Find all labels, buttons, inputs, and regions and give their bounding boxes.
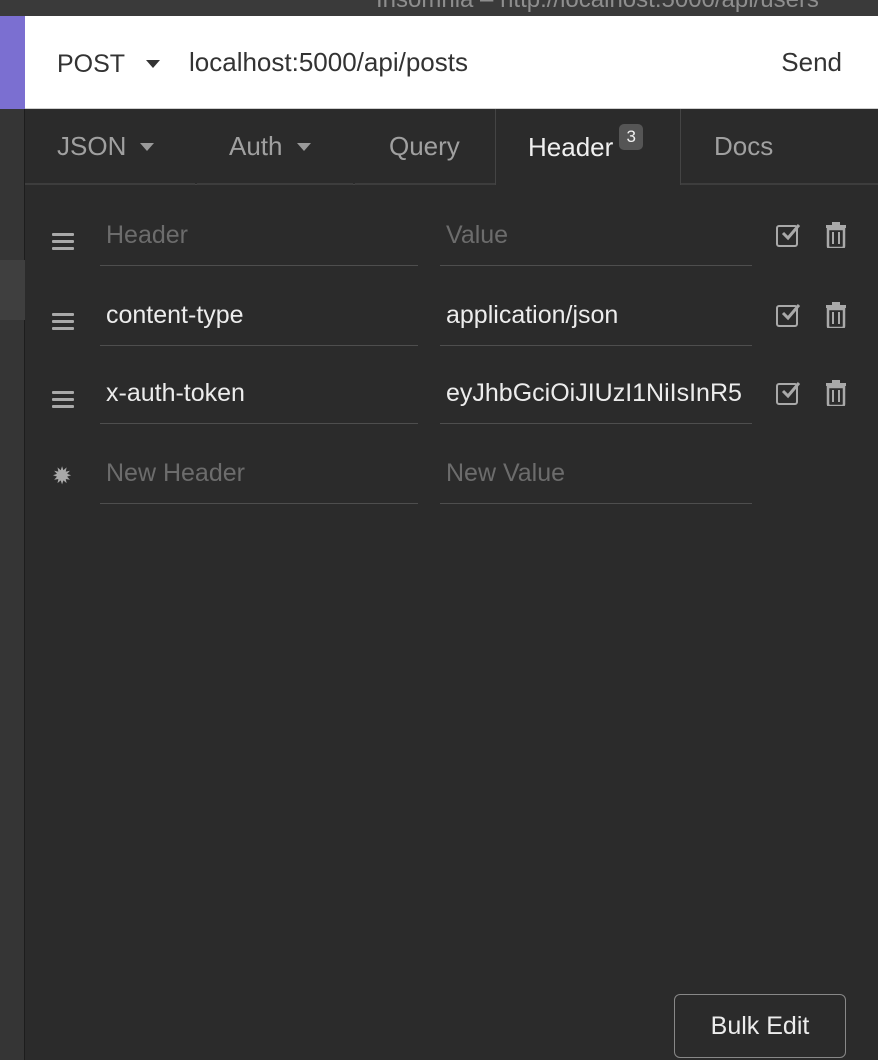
header-count-badge: 3 xyxy=(619,124,644,150)
tab-divider xyxy=(197,183,353,185)
method-dropdown[interactable]: POST xyxy=(57,50,125,79)
method-label: POST xyxy=(57,50,126,78)
tab-docs-label: Docs xyxy=(714,131,774,161)
trash-icon[interactable] xyxy=(826,222,846,253)
header-value-input[interactable]: Value xyxy=(440,218,752,266)
sidebar-edge xyxy=(0,16,25,1060)
tab-divider xyxy=(355,183,495,185)
tab-auth[interactable]: Auth xyxy=(197,109,355,185)
checkbox-checked-icon[interactable] xyxy=(776,304,801,327)
header-row: content-type application/json xyxy=(25,280,878,360)
header-value-input[interactable]: eyJhbGciOiJIUzI1NiIsInR5 xyxy=(440,376,752,424)
gear-icon[interactable]: ✹ xyxy=(52,465,72,489)
new-header-value-input[interactable]: New Value xyxy=(440,456,752,504)
chevron-down-icon xyxy=(296,142,311,151)
tab-query-label: Query xyxy=(389,131,460,161)
trash-icon[interactable] xyxy=(826,302,846,333)
tab-header[interactable]: Header 3 xyxy=(495,109,681,185)
tab-docs[interactable]: Docs xyxy=(681,109,878,185)
new-header-row: ✹ New Header New Value xyxy=(25,438,878,518)
header-name-input[interactable]: x-auth-token xyxy=(100,376,418,424)
trash-icon[interactable] xyxy=(826,380,846,411)
tab-auth-label: Auth xyxy=(229,131,283,161)
request-tabs: JSON Auth Query Header 3 Docs xyxy=(25,109,878,185)
bulk-edit-button[interactable]: Bulk Edit xyxy=(674,994,846,1058)
sidebar-selected-item-edge[interactable] xyxy=(0,260,25,320)
tab-header-label: Header xyxy=(528,131,614,162)
chevron-down-icon xyxy=(140,142,155,151)
hamburger-icon[interactable] xyxy=(52,313,74,334)
tab-query[interactable]: Query xyxy=(355,109,495,185)
header-name-input[interactable]: Header xyxy=(100,218,418,266)
tab-json[interactable]: JSON xyxy=(25,109,197,185)
checkbox-checked-icon[interactable] xyxy=(776,224,801,247)
hamburger-icon[interactable] xyxy=(52,233,74,254)
url-bar: POST localhost:5000/api/posts Send xyxy=(25,16,878,109)
sidebar-accent-strip xyxy=(0,16,25,109)
header-value-input[interactable]: application/json xyxy=(440,298,752,346)
header-name-input[interactable]: content-type xyxy=(100,298,418,346)
tab-json-label: JSON xyxy=(57,131,127,161)
chevron-down-icon[interactable] xyxy=(146,60,160,68)
header-row: x-auth-token eyJhbGciOiJIUzI1NiIsInR5 xyxy=(25,358,878,438)
url-input[interactable]: localhost:5000/api/posts xyxy=(189,47,468,78)
header-row: Header Value xyxy=(25,200,878,280)
new-header-name-input[interactable]: New Header xyxy=(100,456,418,504)
tab-divider xyxy=(25,183,195,185)
send-button[interactable]: Send xyxy=(781,47,842,78)
tab-divider xyxy=(681,183,878,185)
hamburger-icon[interactable] xyxy=(52,391,74,412)
checkbox-checked-icon[interactable] xyxy=(776,382,801,405)
window-titlebar: Insomnia – http://localhost:5000/api/use… xyxy=(0,0,878,16)
window-title: Insomnia – http://localhost:5000/api/use… xyxy=(376,0,819,14)
